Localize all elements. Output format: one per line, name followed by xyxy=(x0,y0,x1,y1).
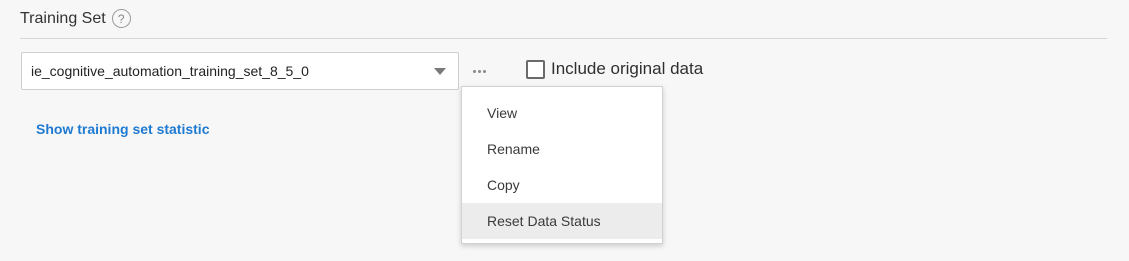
more-options-button[interactable] xyxy=(468,61,490,81)
section-divider xyxy=(20,38,1107,39)
section-title: Training Set xyxy=(20,9,106,27)
menu-item-view[interactable]: View xyxy=(462,95,662,131)
more-horizontal-icon xyxy=(472,69,476,73)
include-original-data-option[interactable]: Include original data xyxy=(526,59,703,79)
menu-item-reset-data-status[interactable]: Reset Data Status xyxy=(462,203,662,239)
show-training-set-statistic-link[interactable]: Show training set statistic xyxy=(36,121,209,137)
menu-item-copy[interactable]: Copy xyxy=(462,167,662,203)
include-original-data-checkbox[interactable] xyxy=(526,59,545,79)
more-horizontal-icon-dot xyxy=(477,69,481,73)
options-menu: View Rename Copy Reset Data Status xyxy=(461,86,663,244)
chevron-down-icon xyxy=(434,67,446,75)
training-set-select-value: ie_cognitive_automation_training_set_8_5… xyxy=(31,63,309,79)
help-icon[interactable]: ? xyxy=(111,9,131,28)
training-set-panel: Training Set ? ie_cognitive_automation_t… xyxy=(0,0,1129,261)
menu-item-rename[interactable]: Rename xyxy=(462,131,662,167)
more-horizontal-icon-dot xyxy=(482,69,486,73)
training-set-select[interactable]: ie_cognitive_automation_training_set_8_5… xyxy=(21,52,459,90)
section-header: Training Set ? xyxy=(20,9,131,28)
include-original-data-label: Include original data xyxy=(551,59,704,78)
